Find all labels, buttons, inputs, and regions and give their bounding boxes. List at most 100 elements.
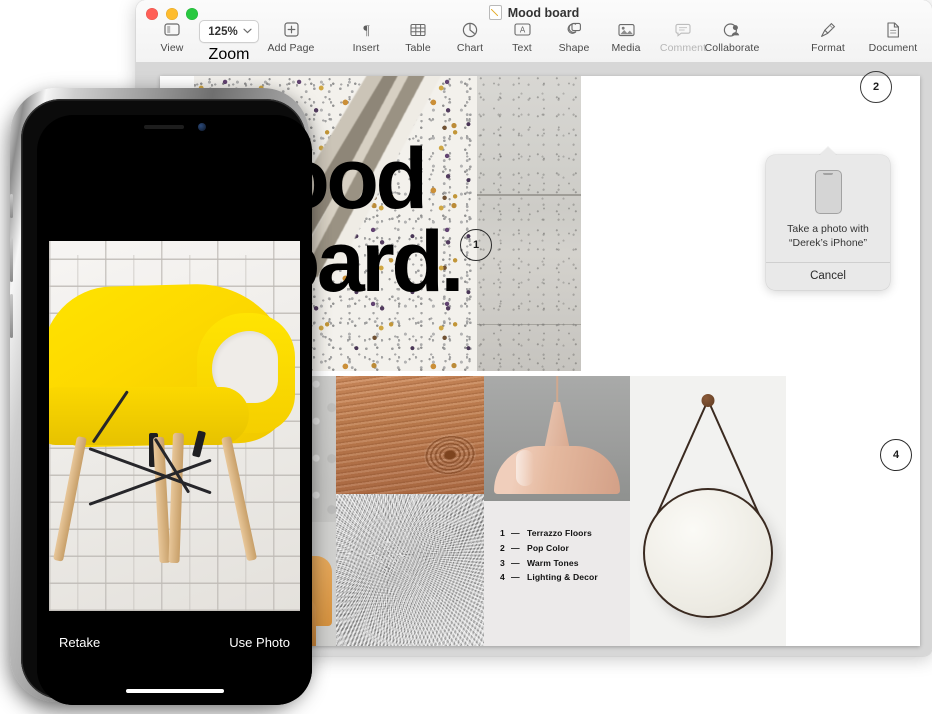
toolbar-insert-label: Insert — [352, 42, 380, 54]
close-button[interactable] — [146, 8, 158, 20]
list-item-dash: — — [511, 542, 520, 553]
toolbar-collaborate-button[interactable]: Collaborate — [696, 20, 768, 54]
document-title[interactable]: Mood board — [508, 6, 580, 20]
toolbar-media-button[interactable]: Media — [600, 20, 652, 54]
comment-bubble-icon — [675, 20, 691, 39]
plus-box-icon — [283, 20, 299, 39]
list-item-label: Pop Color — [527, 542, 569, 553]
chart-pie-icon — [462, 20, 478, 39]
list-item-number: 2 — [500, 542, 505, 553]
lamp-highlight — [516, 450, 535, 486]
use-photo-button[interactable]: Use Photo — [229, 635, 290, 650]
list-item: 1 — Terrazzo Floors — [500, 526, 598, 541]
toolbar-chart-button[interactable]: Chart — [444, 20, 496, 54]
iphone-volume-down-button[interactable] — [10, 294, 13, 338]
iphone-body: Retake Use Photo — [10, 88, 312, 705]
iphone-volume-up-button[interactable] — [10, 238, 13, 282]
toolbar-center-group: ¶ Insert Table Chart A Text Shape Media … — [340, 20, 714, 54]
popover-arrow — [819, 147, 837, 156]
document-page-icon — [886, 20, 900, 39]
mood-board-list: 1 — Terrazzo Floors 2 — Pop Color 3 — Wa… — [500, 526, 598, 585]
lamp-dome — [494, 446, 620, 494]
grey-fur-rug-photo[interactable] — [336, 494, 484, 646]
toolbar-view-label: View — [160, 42, 184, 54]
lamp-cone — [544, 402, 570, 450]
list-item-number: 4 — [500, 572, 505, 583]
iphone-screen[interactable]: Retake Use Photo — [37, 115, 312, 705]
home-indicator[interactable] — [125, 689, 224, 693]
toolbar: View 125% Zoom Add Page ¶ Insert Table C… — [136, 20, 932, 64]
iphone-silence-switch[interactable] — [10, 194, 13, 218]
annotation-badge-1: 1 — [460, 229, 492, 261]
document-title-area: Mood board — [136, 5, 932, 20]
popover-message-line-2: “Derek’s iPhone” — [788, 236, 867, 249]
earpiece-speaker-icon — [143, 125, 184, 129]
iphone-device: Retake Use Photo — [6, 84, 313, 706]
list-item: 4 — Lighting & Decor — [500, 570, 598, 585]
toolbar-shape-label: Shape — [558, 42, 590, 54]
yellow-eames-armchair-photo[interactable] — [49, 241, 300, 611]
popover-body: Take a photo with “Derek’s iPhone” — [766, 155, 890, 262]
svg-text:A: A — [519, 26, 525, 35]
toolbar-view-button[interactable]: View — [146, 20, 198, 54]
list-item-dash: — — [511, 572, 520, 583]
table-icon — [410, 20, 426, 39]
camera-preview-action-bar: Retake Use Photo — [37, 611, 312, 705]
mirror-wall-peg — [701, 394, 715, 407]
popover-message: Take a photo with “Derek’s iPhone” — [774, 223, 882, 251]
toolbar-text-button[interactable]: A Text — [496, 20, 548, 54]
list-item-label: Warm Tones — [527, 557, 579, 568]
svg-text:¶: ¶ — [363, 24, 370, 38]
popover-cancel-button[interactable]: Cancel — [766, 263, 890, 290]
shape-icon — [566, 20, 582, 39]
lamp-cord — [556, 376, 558, 404]
toolbar-collaborate-group: Collaborate — [696, 20, 768, 54]
collaborate-person-icon — [722, 20, 742, 39]
front-camera-icon — [197, 123, 206, 131]
fur-swirl — [336, 494, 484, 646]
mirror-glass — [643, 488, 773, 618]
wood-grain-texture — [336, 376, 484, 494]
list-item-number: 1 — [500, 528, 505, 538]
pilcrow-icon: ¶ — [360, 20, 373, 39]
toolbar-table-button[interactable]: Table — [392, 20, 444, 54]
list-item-label: Lighting & Decor — [527, 572, 598, 583]
chevron-down-icon — [243, 27, 252, 36]
popover-message-line-1: Take a photo with — [787, 223, 869, 235]
iphone-icon — [814, 170, 842, 214]
text-box-icon: A — [513, 20, 531, 39]
iphone-notch — [122, 115, 227, 139]
toolbar-media-label: Media — [611, 42, 641, 54]
toolbar-shape-button[interactable]: Shape — [548, 20, 600, 54]
list-item-number: 3 — [500, 557, 505, 568]
wood-grain-photo[interactable] — [336, 376, 484, 494]
annotation-badge-2-text: 2 — [872, 81, 880, 93]
media-image-icon — [617, 20, 635, 39]
list-item-label: Terrazzo Floors — [527, 528, 592, 538]
toolbar-zoom-control[interactable]: 125% Zoom — [198, 20, 260, 64]
list-item-dash: — — [511, 557, 520, 568]
paintbrush-icon — [820, 20, 836, 39]
zoom-value: 125% — [208, 25, 238, 38]
continuity-camera-popover[interactable]: Take a photo with “Derek’s iPhone” Cance… — [766, 147, 890, 290]
toolbar-document-button[interactable]: Document — [858, 20, 928, 54]
list-item-dash: — — [511, 528, 520, 538]
copper-pendant-lamp-photo[interactable] — [484, 376, 630, 501]
iphone-bezel: Retake Use Photo — [21, 99, 312, 705]
document-file-icon — [488, 5, 502, 20]
toolbar-add-page-button[interactable]: Add Page — [260, 20, 322, 54]
round-hanging-mirror-photo[interactable] — [630, 376, 786, 646]
toolbar-format-label: Format — [811, 42, 845, 54]
sidebar-icon — [164, 20, 180, 39]
toolbar-format-button[interactable]: Format — [798, 20, 858, 54]
mood-board-list-panel[interactable]: 1 — Terrazzo Floors 2 — Pop Color 3 — Wa… — [484, 501, 630, 646]
zoom-popup-button[interactable]: 125% — [199, 20, 259, 43]
annotation-badge-1-text: 1 — [472, 239, 480, 251]
zoom-button[interactable] — [186, 8, 198, 20]
retake-button[interactable]: Retake — [59, 635, 100, 650]
toolbar-collaborate-label: Collaborate — [704, 42, 760, 54]
annotation-badge-2: 2 — [860, 71, 892, 103]
toolbar-insert-button[interactable]: ¶ Insert — [340, 20, 392, 55]
toolbar-left-group: View 125% Zoom Add Page — [146, 20, 322, 64]
minimize-button[interactable] — [166, 8, 178, 20]
